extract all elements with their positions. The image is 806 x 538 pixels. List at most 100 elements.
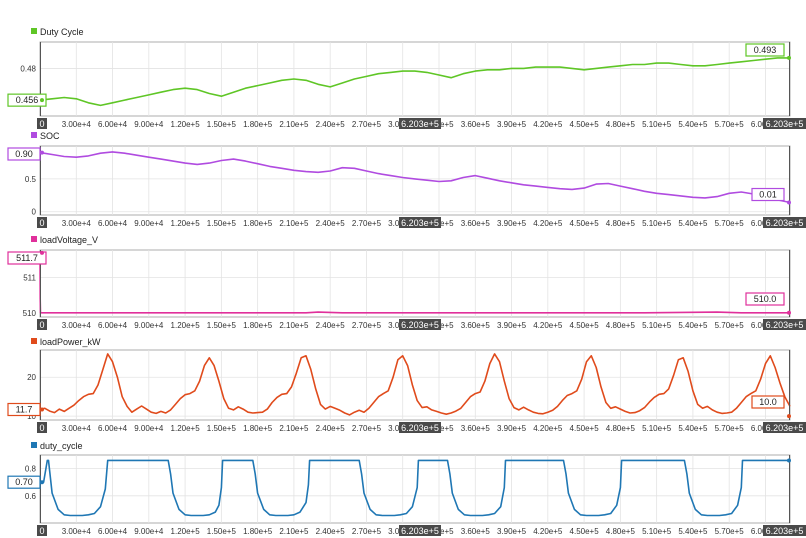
left-cursor-label: 0 (39, 119, 44, 129)
start-value-label: 0.70 (15, 477, 33, 487)
plot-area (39, 454, 791, 524)
mid-cursor-label: 6.203e+5 (401, 320, 439, 330)
legend-swatch (31, 442, 37, 448)
legend-swatch (31, 236, 37, 242)
x-tick-label: 3.00e+4 (62, 120, 92, 129)
x-tick-label: 3.90e+5 (497, 219, 527, 228)
x-tick-label: 5.70e+5 (715, 321, 745, 330)
x-tick-label: 4.80e+5 (606, 321, 636, 330)
x-tick-label: 3.00e+4 (62, 424, 92, 433)
x-tick-label: 1.50e+5 (207, 219, 237, 228)
plot-title: loadPower_kW (40, 337, 101, 347)
x-tick-label: 4.20e+5 (533, 527, 563, 536)
x-tick-label: 5.70e+5 (715, 527, 745, 536)
x-tick-label: 1.50e+5 (207, 527, 237, 536)
end-value-label: 10.0 (759, 397, 777, 407)
x-tick-label: 5.10e+5 (642, 321, 672, 330)
x-tick-label: 2.70e+5 (352, 120, 382, 129)
x-tick-label: 2.10e+5 (279, 527, 309, 536)
x-tick-label: 3.60e+5 (461, 527, 491, 536)
x-tick-label: 5.40e+5 (678, 527, 708, 536)
legend-swatch (31, 28, 37, 34)
x-tick-label: 1.20e+5 (171, 527, 201, 536)
x-tick-label: 3.90e+5 (497, 527, 527, 536)
x-tick-label: 3.60e+5 (461, 424, 491, 433)
y-tick-label: 0.5 (25, 175, 37, 184)
x-tick-label: 2.40e+5 (316, 527, 346, 536)
right-cursor-label: 6.203e+5 (766, 218, 804, 228)
end-marker (787, 310, 791, 315)
end-marker (787, 55, 791, 60)
start-value-label: 11.7 (16, 405, 33, 415)
x-tick-label: 2.10e+5 (279, 424, 309, 433)
right-cursor-label: 6.203e+5 (766, 423, 804, 433)
x-tick-label: 2.70e+5 (352, 321, 382, 330)
x-tick-label: 4.50e+5 (570, 527, 600, 536)
x-tick-label: 4.20e+5 (533, 120, 563, 129)
x-tick-label: 4.80e+5 (606, 424, 636, 433)
x-tick-label: 6.00e+4 (98, 527, 128, 536)
plot-area (39, 41, 791, 117)
y-tick-label: 510 (23, 309, 37, 318)
x-tick-label: 5.40e+5 (678, 424, 708, 433)
plot-panel-0: Duty Cycle 3.00e+4 6.00e+4 9.00e+4 1.20e+5 1.… (7, 27, 806, 129)
x-tick-label: 5.40e+5 (678, 321, 708, 330)
plot-area (39, 249, 791, 318)
x-tick-label: 3.00e+4 (62, 527, 92, 536)
mid-cursor-label: 6.203e+5 (401, 526, 439, 536)
x-tick-label: 4.80e+5 (606, 527, 636, 536)
x-tick-label: 2.40e+5 (316, 120, 346, 129)
end-marker (787, 414, 791, 419)
x-tick-label: 2.10e+5 (279, 120, 309, 129)
x-tick-label: 1.20e+5 (171, 424, 201, 433)
legend-swatch (31, 338, 37, 344)
end-value-label: 0.01 (759, 190, 777, 200)
start-marker (40, 407, 44, 412)
x-tick-label: 1.80e+5 (243, 120, 273, 129)
start-value-label: 511.7 (16, 253, 38, 263)
plot-panel-1: SOC 3.00e+4 6.00e+4 9.00e+4 1.20e+5 1.50e+5 1.… (7, 131, 806, 228)
x-tick-label: 3.90e+5 (497, 120, 527, 129)
y-tick-label: 0.6 (25, 492, 37, 501)
x-tick-label: 5.70e+5 (715, 120, 745, 129)
plot-panel-4: duty_cycle 3.00e+4 6.00e+4 9.00e+4 1.20e+5 1.… (7, 441, 806, 536)
x-tick-label: 4.80e+5 (606, 219, 636, 228)
x-tick-label: 2.40e+5 (316, 219, 346, 228)
x-tick-label: 5.70e+5 (715, 424, 745, 433)
x-tick-label: 5.10e+5 (642, 219, 672, 228)
x-tick-label: 2.40e+5 (316, 321, 346, 330)
y-tick-label: 0 (32, 208, 37, 217)
x-tick-label: 1.80e+5 (243, 219, 273, 228)
x-tick-label: 9.00e+4 (134, 219, 164, 228)
mid-cursor-label: 6.203e+5 (401, 218, 439, 228)
x-tick-label: 9.00e+4 (134, 424, 164, 433)
plot-title: loadVoltage_V (40, 235, 98, 245)
x-tick-label: 6.00e+4 (98, 321, 128, 330)
x-tick-label: 2.10e+5 (279, 321, 309, 330)
y-tick-label: 20 (27, 373, 36, 382)
x-tick-label: 3.60e+5 (461, 219, 491, 228)
end-marker (787, 200, 791, 205)
x-tick-label: 9.00e+4 (134, 321, 164, 330)
x-tick-label: 9.00e+4 (134, 120, 164, 129)
signal-dashboard: Duty Cycle 3.00e+4 6.00e+4 9.00e+4 1.20e+5 1.… (0, 0, 806, 538)
x-tick-label: 2.70e+5 (352, 527, 382, 536)
start-marker (40, 480, 44, 485)
end-marker (787, 458, 791, 463)
left-cursor-label: 0 (39, 320, 44, 330)
x-tick-label: 5.40e+5 (678, 120, 708, 129)
x-tick-label: 3.60e+5 (461, 321, 491, 330)
x-tick-label: 6.00e+4 (98, 424, 128, 433)
x-tick-label: 2.70e+5 (352, 424, 382, 433)
x-tick-label: 1.20e+5 (171, 120, 201, 129)
x-tick-label: 5.10e+5 (642, 527, 672, 536)
left-cursor-label: 0 (39, 423, 44, 433)
left-cursor-label: 0 (39, 218, 44, 228)
start-value-label: 0.456 (16, 95, 39, 105)
x-tick-label: 3.00e+4 (62, 219, 92, 228)
x-tick-label: 2.40e+5 (316, 424, 346, 433)
plot-title: Duty Cycle (40, 27, 84, 37)
x-tick-label: 5.40e+5 (678, 219, 708, 228)
x-tick-label: 5.10e+5 (642, 120, 672, 129)
x-tick-label: 5.10e+5 (642, 424, 672, 433)
